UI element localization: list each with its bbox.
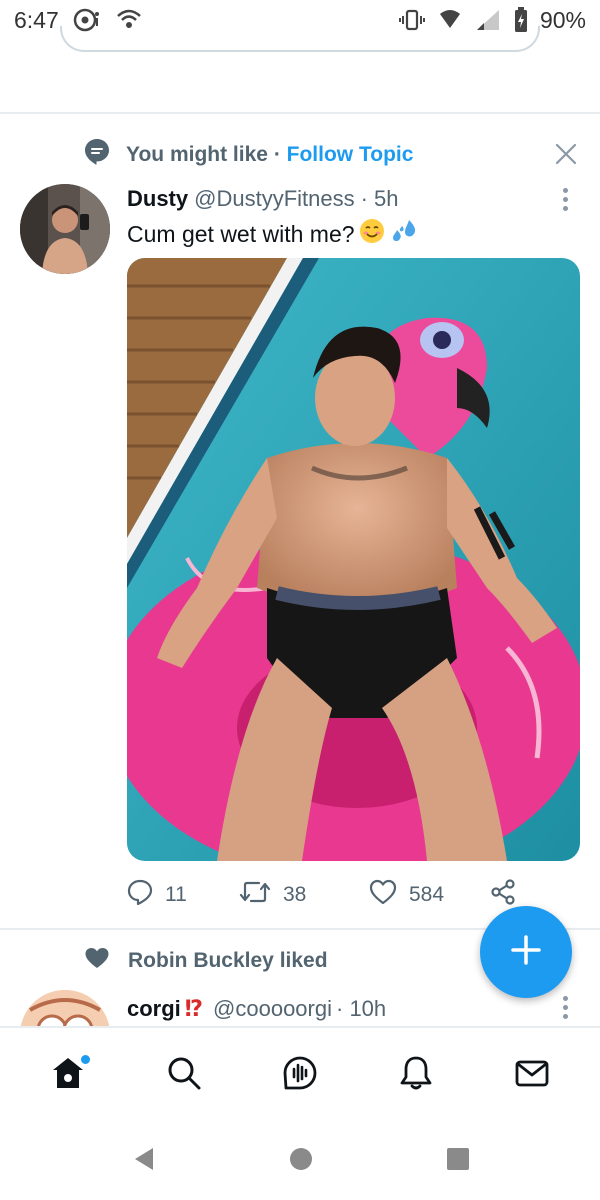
nav-home[interactable] [38,1045,98,1105]
like-button[interactable]: 584 [369,879,489,911]
notification-dot [81,1055,90,1064]
nav-messages[interactable] [502,1045,562,1105]
like-count: 584 [409,883,445,906]
retweet-button[interactable]: 38 [239,879,369,911]
nav-spaces[interactable] [270,1045,330,1105]
nav-search[interactable] [154,1045,214,1105]
retweet-icon [239,879,271,911]
status-time: 6:47 [14,6,59,33]
tweet-text-row: Cum get wet with me? [127,218,419,250]
back-icon[interactable] [129,1144,159,1179]
author-name[interactable]: Dusty [127,186,188,212]
topic-context: You might like · Follow Topic [84,138,413,172]
tweet-text: Cum get wet with me? [127,220,355,247]
home-circle-icon[interactable] [287,1145,315,1178]
tweet-time: · 5h [360,186,399,211]
reply-count: 11 [165,883,187,906]
avatar[interactable] [20,990,110,1026]
bottom-nav [0,1026,600,1122]
retweet-count: 38 [283,883,307,906]
author-name[interactable]: corgi [127,996,181,1022]
avatar[interactable] [20,184,110,274]
battery-percent: 90% [539,6,586,33]
topic-bubble-icon [84,138,110,172]
social-context: Robin Buckley liked [84,946,328,976]
heart-filled-icon [84,946,110,976]
mail-icon [513,1054,551,1097]
tweet-card[interactable]: You might like · Follow Topic Dusty @Dus… [0,114,600,928]
compose-tweet-button[interactable] [480,906,572,998]
sweat-droplets-emoji [389,218,419,250]
more-options-icon[interactable] [563,996,569,1019]
tweet-time: · 10h [336,996,387,1021]
more-options-icon[interactable] [563,188,569,211]
tweet-header: corgi ⁉ @cooooorgi · 10h [127,996,386,1022]
bell-icon [397,1054,435,1097]
context-separator: · [273,143,281,166]
search-bar-edge[interactable] [60,26,540,52]
reply-button[interactable]: 11 [127,879,239,911]
search-icon [165,1054,203,1097]
author-handle[interactable]: @cooooorgi [213,996,332,1022]
tweet-media-photo[interactable] [127,258,580,861]
author-name-emoji: ⁉ [184,996,204,1021]
plus-icon [509,933,543,972]
system-nav-bar [0,1122,600,1200]
spaces-icon [280,1053,320,1098]
close-icon[interactable] [554,142,578,166]
context-label: You might like [126,143,268,166]
tweet-actions: 11 38 584 [127,878,527,912]
heart-icon [369,879,397,911]
follow-topic-link[interactable]: Follow Topic [287,143,414,166]
social-context-label[interactable]: Robin Buckley liked [128,949,328,973]
recents-icon[interactable] [444,1145,472,1178]
nav-notifications[interactable] [386,1045,446,1105]
tweet-header: Dusty @DustyyFitness · 5h [127,186,399,212]
reply-icon [127,879,153,911]
author-handle[interactable]: @DustyyFitness [194,186,354,212]
smiling-face-emoji [359,218,385,250]
